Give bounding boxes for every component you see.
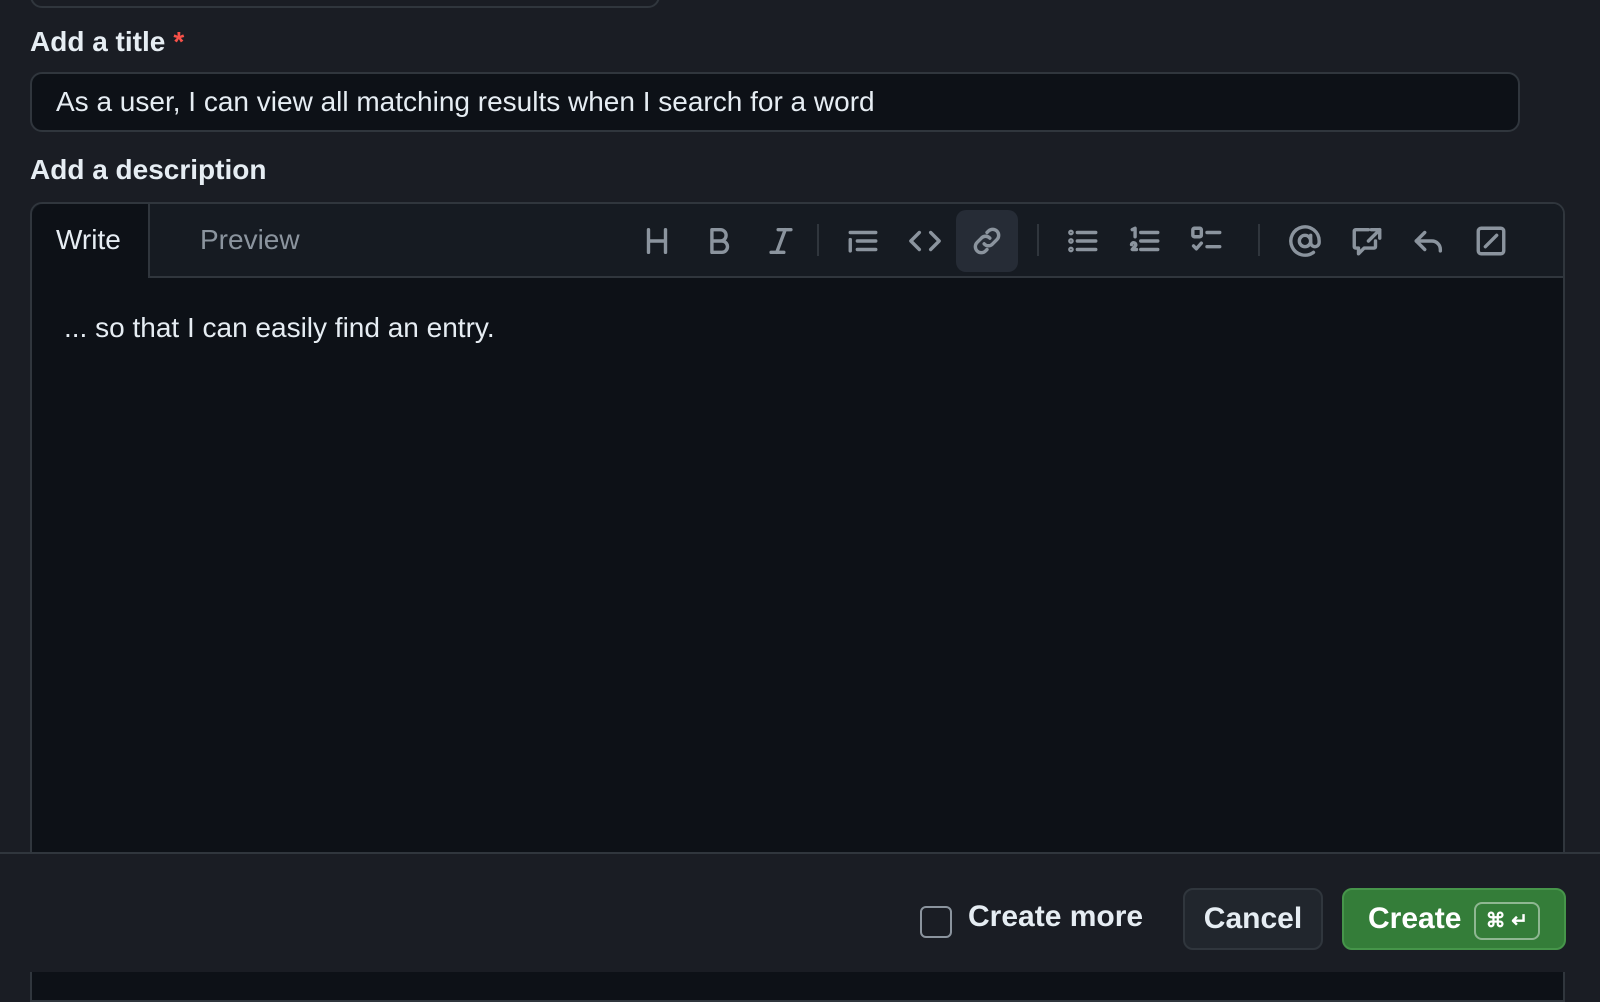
create-more-checkbox[interactable] xyxy=(920,906,952,938)
cross-reference-icon[interactable] xyxy=(1336,210,1398,272)
dialog-footer: Create more Cancel Create ⌘ ↵ xyxy=(0,852,1600,972)
unordered-list-icon[interactable] xyxy=(1052,210,1114,272)
tab-preview[interactable]: Preview xyxy=(176,204,324,276)
ordered-list-icon[interactable] xyxy=(1114,210,1176,272)
tab-write[interactable]: Write xyxy=(32,204,150,278)
toolbar-divider xyxy=(1258,224,1260,256)
mention-icon[interactable] xyxy=(1274,210,1336,272)
create-button-label: Create xyxy=(1368,902,1462,935)
create-button[interactable]: Create ⌘ ↵ xyxy=(1342,888,1566,950)
reply-icon[interactable] xyxy=(1398,210,1460,272)
editor-toolbar: Write Preview xyxy=(32,204,1563,278)
heading-icon[interactable] xyxy=(626,210,688,272)
title-input[interactable] xyxy=(30,72,1520,132)
previous-field-bottom xyxy=(30,0,660,8)
title-label: Add a title * xyxy=(30,26,185,57)
cancel-button[interactable]: Cancel xyxy=(1183,888,1323,950)
description-label: Add a description xyxy=(30,154,267,185)
toolbar-divider xyxy=(817,224,819,256)
bold-icon[interactable] xyxy=(688,210,750,272)
create-more-label[interactable]: Create more xyxy=(968,900,1143,934)
quote-icon[interactable] xyxy=(832,210,894,272)
italic-icon[interactable] xyxy=(750,210,812,272)
task-list-icon[interactable] xyxy=(1176,210,1238,272)
toolbar-divider xyxy=(1037,224,1039,256)
keyboard-shortcut-badge: ⌘ ↵ xyxy=(1473,902,1540,940)
slash-command-icon[interactable] xyxy=(1460,210,1522,272)
required-marker: * xyxy=(173,26,185,57)
code-icon[interactable] xyxy=(894,210,956,272)
link-icon[interactable] xyxy=(956,210,1018,272)
